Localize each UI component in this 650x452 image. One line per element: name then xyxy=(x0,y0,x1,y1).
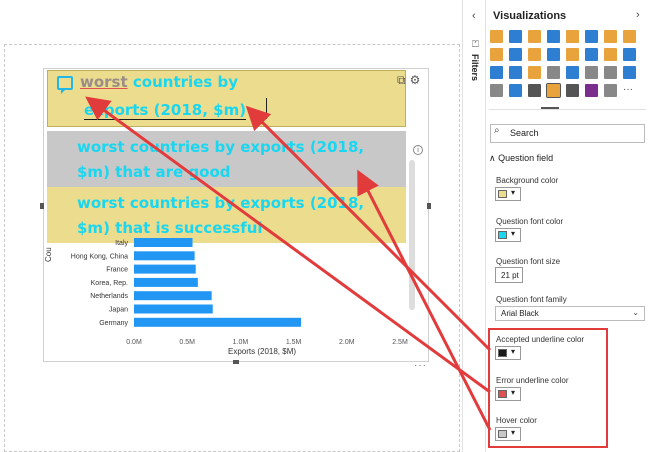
accepted-underline-color-picker[interactable]: ▾ xyxy=(495,346,521,360)
hover-color-label: Hover color xyxy=(496,416,537,425)
bar[interactable] xyxy=(134,304,213,314)
caret-down-icon: ▾ xyxy=(511,229,516,238)
question-font-color-picker[interactable]: ▾ xyxy=(495,228,521,242)
pane-tab-bar xyxy=(489,109,646,110)
visual-type-gallery: ··· xyxy=(490,30,648,100)
visual-type-icon[interactable] xyxy=(566,48,579,61)
visual-type-icon[interactable] xyxy=(528,48,541,61)
color-swatch xyxy=(498,190,507,198)
visual-type-icon[interactable] xyxy=(528,30,541,43)
visual-type-icon[interactable] xyxy=(509,66,522,79)
visual-type-icon[interactable] xyxy=(547,48,560,61)
category-label: France xyxy=(106,267,128,274)
color-swatch xyxy=(498,390,507,398)
more-visuals-icon[interactable]: ··· xyxy=(623,84,639,100)
format-tab-indicator xyxy=(541,107,559,109)
color-swatch xyxy=(498,349,507,357)
filter-icon: ⏍ xyxy=(472,39,479,49)
x-tick-label: 2.5M xyxy=(392,339,408,346)
category-label: Netherlands xyxy=(90,293,128,300)
font-family-dropdown[interactable]: Arial Black ⌄ xyxy=(495,306,645,321)
visual-type-icon[interactable] xyxy=(604,66,617,79)
visual-type-icon[interactable] xyxy=(604,84,617,97)
color-swatch xyxy=(498,231,507,239)
font-size-input[interactable]: 21 pt xyxy=(495,267,523,283)
visual-type-icon[interactable] xyxy=(623,48,636,61)
section-header-question-field[interactable]: ∧ Question field xyxy=(489,153,553,164)
bar[interactable] xyxy=(134,264,196,274)
visual-type-icon[interactable] xyxy=(585,30,598,43)
caret-down-icon: ▾ xyxy=(511,347,516,356)
category-label: Korea, Rep. xyxy=(91,280,128,287)
x-tick-label: 1.5M xyxy=(286,339,302,346)
color-swatch xyxy=(498,430,507,438)
report-workspace: worst countries by exports (2018, $m) ⧉ ⚙… xyxy=(0,0,650,452)
visual-type-icon[interactable] xyxy=(547,30,560,43)
visual-type-icon[interactable] xyxy=(566,30,579,43)
visual-type-icon[interactable] xyxy=(490,66,503,79)
visual-type-icon[interactable] xyxy=(604,30,617,43)
question-font-size-label: Question font size xyxy=(496,257,561,266)
bar[interactable] xyxy=(134,251,195,261)
caret-down-icon: ▾ xyxy=(511,188,516,197)
x-tick-label: 0.5M xyxy=(179,339,195,346)
chevron-down-icon: ⌄ xyxy=(632,308,639,317)
visual-type-icon[interactable] xyxy=(528,84,541,97)
hover-color-picker[interactable]: ▾ xyxy=(495,427,521,441)
visual-type-icon[interactable] xyxy=(623,66,636,79)
visual-type-icon[interactable] xyxy=(566,84,579,97)
bar[interactable] xyxy=(134,317,302,327)
error-underline-color-picker[interactable]: ▾ xyxy=(495,387,521,401)
x-axis-title: Exports (2018, $M) xyxy=(228,347,297,356)
visual-type-icon[interactable] xyxy=(509,48,522,61)
visual-type-icon[interactable] xyxy=(623,30,636,43)
caret-down-icon: ▾ xyxy=(511,428,516,437)
visual-type-icon[interactable] xyxy=(528,66,541,79)
question-font-family-label: Question font family xyxy=(496,295,567,304)
filters-label[interactable]: Filters xyxy=(470,54,480,81)
accepted-underline-label: Accepted underline color xyxy=(496,335,585,344)
category-label: Japan xyxy=(109,307,128,314)
section-title: Question field xyxy=(498,153,554,163)
visual-type-icon[interactable] xyxy=(585,48,598,61)
error-underline-label: Error underline color xyxy=(496,376,569,385)
chevron-left-icon[interactable]: ‹ xyxy=(472,10,476,22)
category-label: Germany xyxy=(99,320,128,327)
x-tick-label: 1.0M xyxy=(233,339,249,346)
caret-down-icon: ▾ xyxy=(511,388,516,397)
x-tick-label: 2.0M xyxy=(339,339,355,346)
x-tick-label: 0.0M xyxy=(126,339,142,346)
background-color-label: Background color xyxy=(496,176,559,185)
question-font-color-label: Question font color xyxy=(496,217,564,226)
bar[interactable] xyxy=(134,238,193,247)
visual-type-icon[interactable] xyxy=(585,84,598,97)
visual-type-icon[interactable] xyxy=(490,30,503,43)
visual-type-icon[interactable] xyxy=(509,84,522,97)
chevron-right-icon[interactable]: › xyxy=(636,9,640,21)
visual-type-icon[interactable] xyxy=(604,48,617,61)
font-size-unit: pt xyxy=(512,271,519,280)
category-label: Italy xyxy=(115,240,128,247)
format-search-input[interactable]: Search xyxy=(490,124,645,143)
more-options-icon[interactable]: ··· xyxy=(414,360,427,371)
visual-type-icon[interactable] xyxy=(490,48,503,61)
bar[interactable] xyxy=(134,277,198,287)
bar[interactable] xyxy=(134,291,212,301)
pane-title: Visualizations xyxy=(493,10,567,22)
font-size-value: 21 xyxy=(501,271,510,280)
font-family-value: Arial Black xyxy=(501,309,539,318)
visual-type-icon[interactable] xyxy=(566,66,579,79)
visual-type-icon[interactable] xyxy=(585,66,598,79)
visual-type-icon[interactable] xyxy=(490,84,503,97)
visual-type-icon[interactable] xyxy=(509,30,522,43)
category-label: Hong Kong, China xyxy=(71,253,128,260)
visual-type-icon[interactable] xyxy=(546,83,561,98)
visual-type-icon[interactable] xyxy=(547,66,560,79)
background-color-picker[interactable]: ▾ xyxy=(495,187,521,201)
